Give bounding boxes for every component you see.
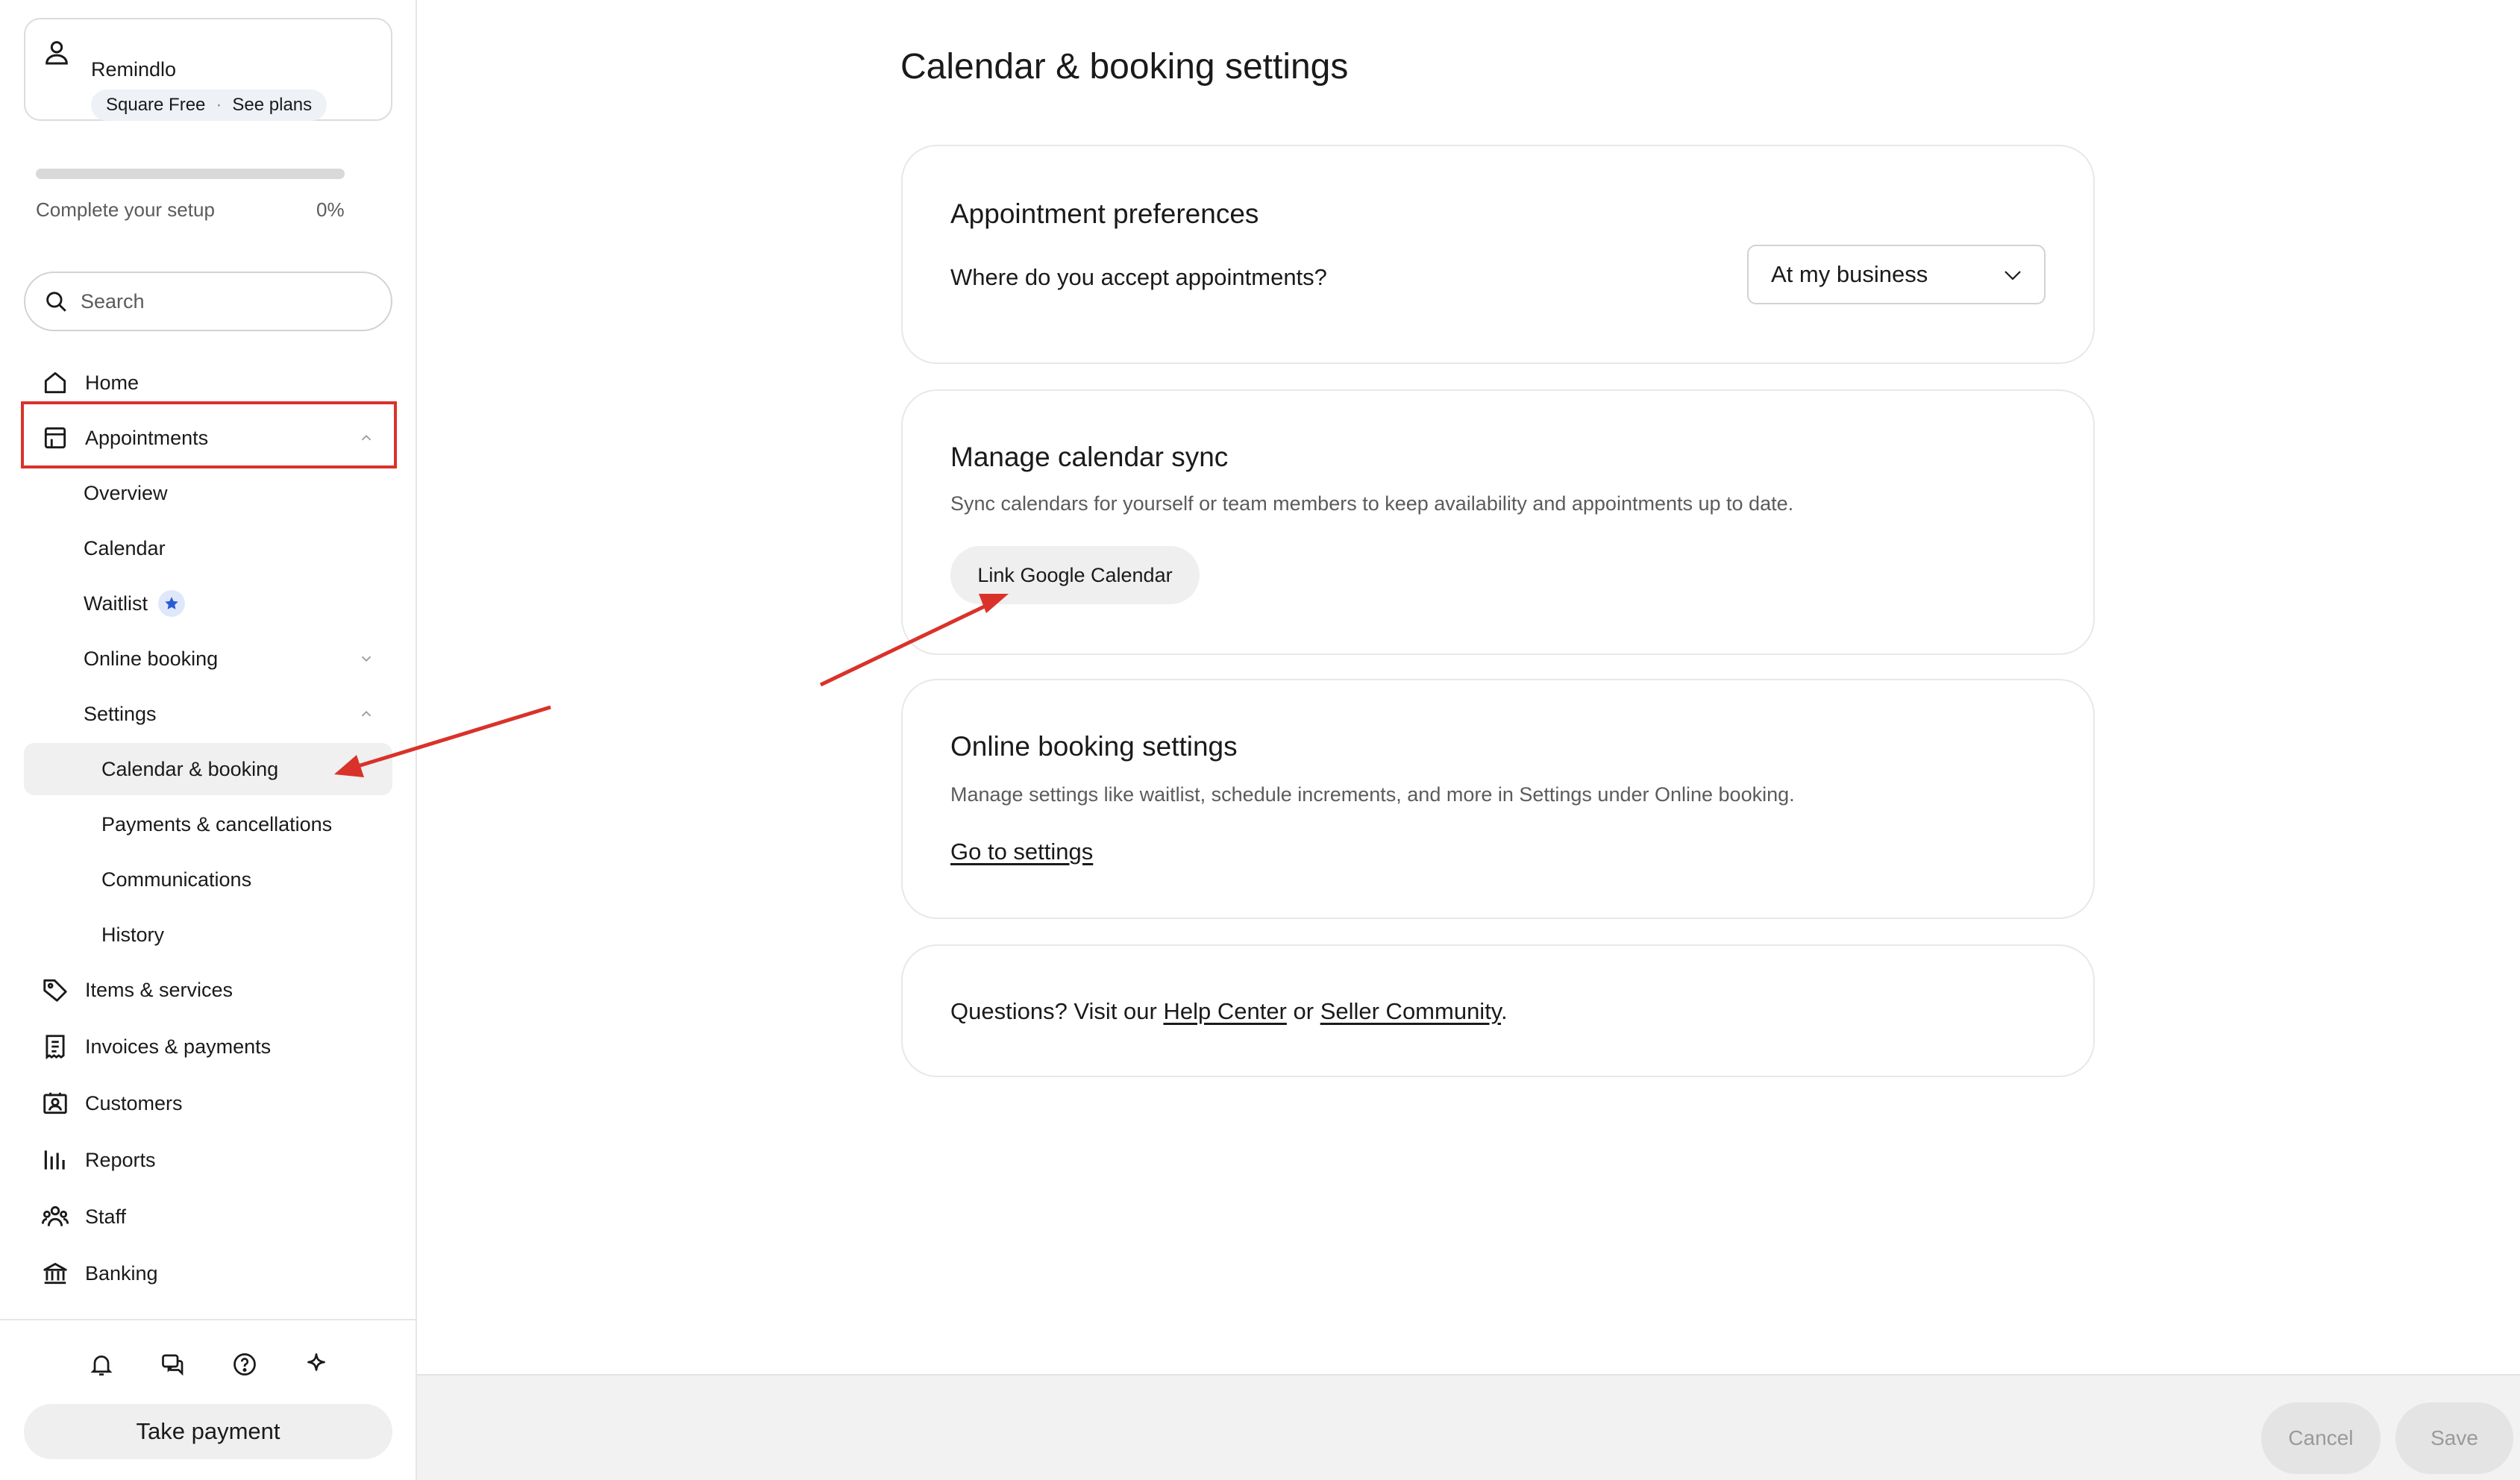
search-icon (46, 292, 66, 312)
appointment-location-select[interactable]: At my business (1747, 245, 2046, 304)
save-button[interactable]: Save (2395, 1402, 2513, 1474)
sidebar: Remindlo Square Free · See plans Complet… (0, 0, 417, 1480)
star-icon (165, 597, 178, 609)
nav-overview[interactable]: Overview (24, 467, 392, 519)
help-prefix: Questions? Visit our (950, 998, 1164, 1024)
sparkle-icon[interactable] (302, 1350, 330, 1379)
invoice-icon (40, 1032, 70, 1062)
nav-calendar-booking-label: Calendar & booking (101, 757, 279, 780)
help-suffix: . (1501, 998, 1508, 1024)
help-or: or (1286, 998, 1320, 1024)
help-center-link[interactable]: Help Center (1163, 998, 1286, 1024)
nav-history-label: History (101, 923, 165, 946)
take-payment-button[interactable]: Take payment (24, 1404, 392, 1459)
nav-online-booking-label: Online booking (84, 647, 219, 670)
star-badge (158, 590, 185, 617)
nav-items-services-label: Items & services (85, 978, 233, 1001)
cancel-button[interactable]: Cancel (2261, 1402, 2380, 1474)
nav-communications[interactable]: Communications (24, 853, 392, 906)
link-google-calendar-button[interactable]: Link Google Calendar (950, 546, 1200, 604)
online-booking-settings-description: Manage settings like waitlist, schedule … (950, 783, 1795, 806)
bottom-action-bar: Cancel Save (417, 1374, 2520, 1480)
go-to-settings-link[interactable]: Go to settings (950, 838, 1093, 865)
bar-chart-icon (40, 1145, 70, 1175)
seller-community-link[interactable]: Seller Community (1320, 998, 1501, 1024)
calendar-sync-card: Manage calendar sync Sync calendars for … (901, 389, 2095, 655)
nav-invoices-payments[interactable]: Invoices & payments (24, 1020, 392, 1073)
nav-calendar-booking[interactable]: Calendar & booking (24, 743, 392, 795)
bank-icon (40, 1258, 70, 1288)
help-icon[interactable] (231, 1350, 259, 1379)
nav-payments-cancellations[interactable]: Payments & cancellations (24, 798, 392, 850)
nav-calendar-label: Calendar (84, 536, 166, 559)
nav-settings-label: Settings (84, 702, 157, 725)
page-title: Calendar & booking settings (900, 47, 1349, 87)
nav-online-booking[interactable]: Online booking (24, 633, 392, 685)
nav-customers[interactable]: Customers (24, 1077, 392, 1129)
user-icon (46, 41, 68, 65)
nav-reports-label: Reports (85, 1148, 156, 1171)
account-name: Remindlo (91, 58, 177, 81)
online-booking-settings-heading: Online booking settings (950, 731, 1238, 762)
account-card[interactable]: Remindlo Square Free · See plans (24, 18, 392, 121)
bell-icon[interactable] (87, 1350, 116, 1379)
chevron-down-icon (2005, 271, 2021, 280)
appointment-location-question: Where do you accept appointments? (950, 264, 1327, 290)
appointment-preferences-card: Appointment preferences Where do you acc… (901, 145, 2095, 364)
sidebar-footer: Take payment (0, 1319, 417, 1480)
nav-history[interactable]: History (24, 909, 392, 961)
chevron-up-icon[interactable] (358, 706, 374, 722)
nav-calendar[interactable]: Calendar (24, 522, 392, 574)
help-card: Questions? Visit our Help Center or Sell… (901, 944, 2095, 1077)
nav-waitlist[interactable]: Waitlist (24, 577, 392, 630)
help-text: Questions? Visit our Help Center or Sell… (950, 998, 1508, 1025)
nav-settings[interactable]: Settings (24, 688, 392, 740)
nav-staff[interactable]: Staff (24, 1191, 392, 1243)
footer-icon-row (0, 1350, 417, 1379)
nav-staff-label: Staff (85, 1205, 127, 1228)
nav-communications-label: Communications (101, 868, 252, 891)
setup-percent: 0% (316, 198, 345, 221)
setup-progress-bar (36, 169, 345, 179)
nav-waitlist-label: Waitlist (84, 592, 148, 615)
nav-payments-cancellations-label: Payments & cancellations (101, 812, 333, 835)
tag-icon (40, 975, 70, 1005)
appointment-preferences-heading: Appointment preferences (950, 198, 1259, 229)
search-input[interactable] (81, 289, 364, 313)
search-box[interactable] (24, 272, 392, 331)
nav-reports[interactable]: Reports (24, 1134, 392, 1186)
people-icon (40, 1202, 70, 1232)
appointment-location-value: At my business (1771, 261, 1928, 287)
nav-items-services[interactable]: Items & services (24, 964, 392, 1016)
plan-badge[interactable]: Square Free · See plans (91, 90, 327, 121)
setup-label[interactable]: Complete your setup (36, 198, 215, 222)
plan-name: Square Free (106, 95, 206, 115)
nav-invoices-payments-label: Invoices & payments (85, 1035, 272, 1058)
nav-home-label: Home (85, 371, 140, 394)
calendar-sync-heading: Manage calendar sync (950, 442, 1229, 472)
contact-card-icon (40, 1088, 70, 1118)
nav-customers-label: Customers (85, 1091, 183, 1114)
home-icon (40, 368, 70, 398)
chevron-down-icon[interactable] (358, 650, 374, 667)
online-booking-settings-card: Online booking settings Manage settings … (901, 679, 2095, 919)
chat-icon[interactable] (159, 1350, 187, 1379)
calendar-sync-description: Sync calendars for yourself or team memb… (950, 492, 1794, 515)
plan-separator: · (216, 95, 222, 115)
nav-overview-label: Overview (84, 481, 168, 504)
nav-banking-label: Banking (85, 1261, 158, 1285)
annotation-highlight-box (21, 401, 397, 468)
see-plans-link[interactable]: See plans (232, 95, 312, 116)
nav-banking[interactable]: Banking (24, 1247, 392, 1299)
